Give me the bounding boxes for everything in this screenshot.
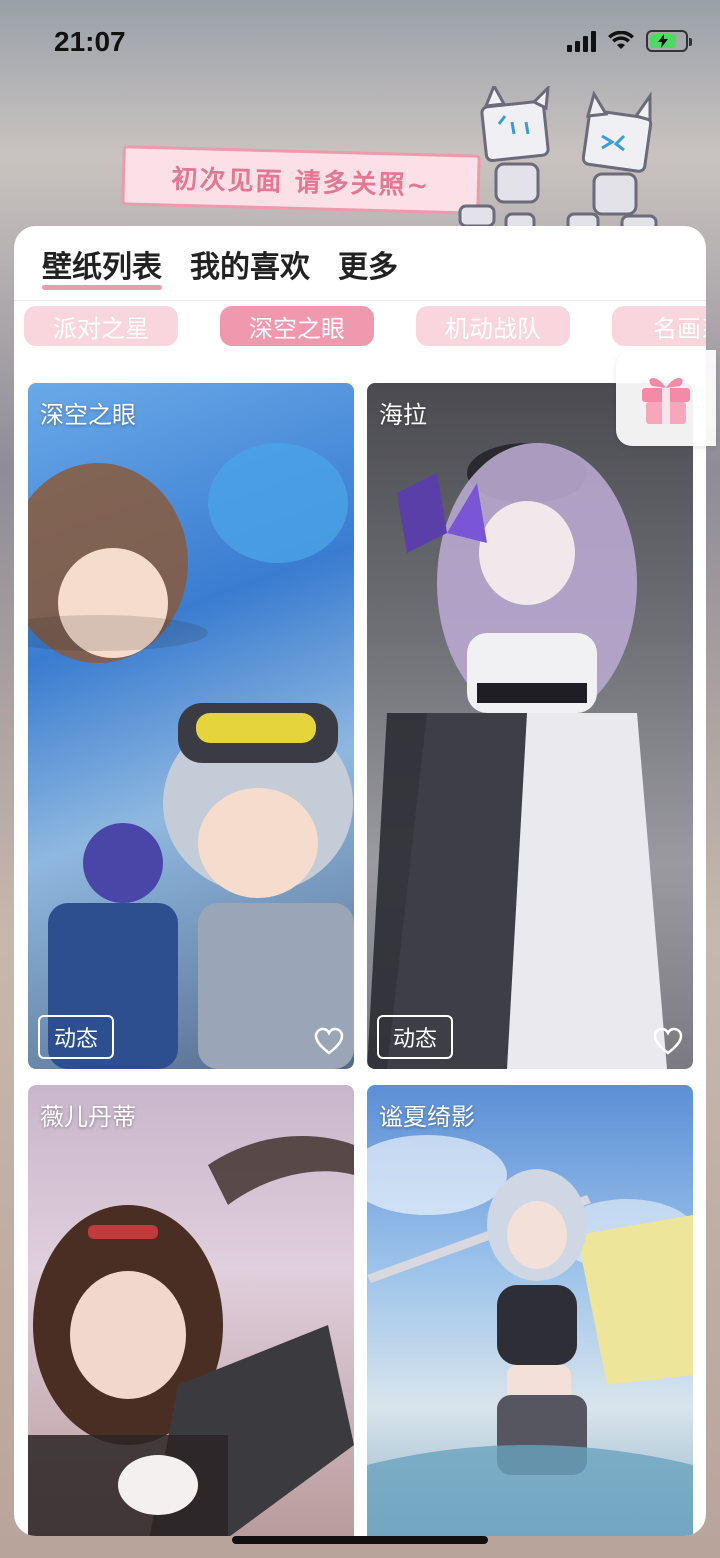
- heart-outline-icon[interactable]: [653, 1027, 683, 1055]
- status-icons: [567, 30, 692, 52]
- wallpaper-art: [28, 443, 354, 1069]
- chip-mobile-squad[interactable]: 机动战队: [416, 306, 570, 346]
- status-time: 21:07: [54, 26, 126, 57]
- chip-deep-space-eye[interactable]: 深空之眼: [220, 306, 374, 346]
- battery-fill: [650, 34, 676, 48]
- wallpaper-card[interactable]: 谧夏绮影: [367, 1085, 693, 1536]
- tab-more[interactable]: 更多: [338, 242, 398, 294]
- wallpaper-card[interactable]: 海拉 动态: [367, 383, 693, 1069]
- tab-my-favorites[interactable]: 我的喜欢: [190, 242, 310, 294]
- welcome-banner: 初次见面 请多关照~: [121, 145, 481, 215]
- wallpaper-art: [367, 1135, 693, 1536]
- chip-party-star[interactable]: 派对之星: [24, 306, 178, 346]
- gift-button[interactable]: [616, 350, 716, 446]
- tab-wallpaper-list[interactable]: 壁纸列表: [42, 242, 162, 294]
- chip-famous-paintings[interactable]: 名画系: [612, 306, 706, 346]
- wallpaper-art: [28, 1136, 354, 1536]
- mascot-robots-illustration: [458, 86, 658, 240]
- battery-charging-icon: [646, 30, 692, 52]
- wallpaper-title: 深空之眼: [40, 401, 136, 429]
- wifi-icon: [608, 31, 634, 49]
- category-chips: 派对之星 深空之眼 机动战队 名画系: [24, 306, 706, 346]
- wallpaper-title: 薇儿丹蒂: [40, 1103, 136, 1131]
- main-card: 壁纸列表 我的喜欢 更多 派对之星 深空之眼 机动战队 名画系: [14, 226, 706, 1536]
- signal-icon: [567, 30, 596, 52]
- wallpaper-title: 海拉: [379, 401, 427, 429]
- dynamic-badge: 动态: [377, 1015, 454, 1059]
- gift-icon: [642, 377, 690, 424]
- wallpaper-art: [367, 443, 667, 1069]
- banner-text: 初次见面 请多关照~: [171, 164, 431, 201]
- heart-outline-icon[interactable]: [314, 1027, 344, 1055]
- wallpaper-title: 谧夏绮影: [379, 1103, 475, 1131]
- wallpaper-card[interactable]: 薇儿丹蒂: [28, 1085, 354, 1536]
- status-bar: 21:07: [0, 0, 720, 90]
- tabs-divider: [14, 300, 706, 301]
- home-indicator[interactable]: [232, 1536, 488, 1544]
- wallpaper-card[interactable]: 深空之眼 动态: [28, 383, 354, 1069]
- dynamic-badge: 动态: [38, 1015, 115, 1059]
- tab-bar: 壁纸列表 我的喜欢 更多: [42, 242, 398, 294]
